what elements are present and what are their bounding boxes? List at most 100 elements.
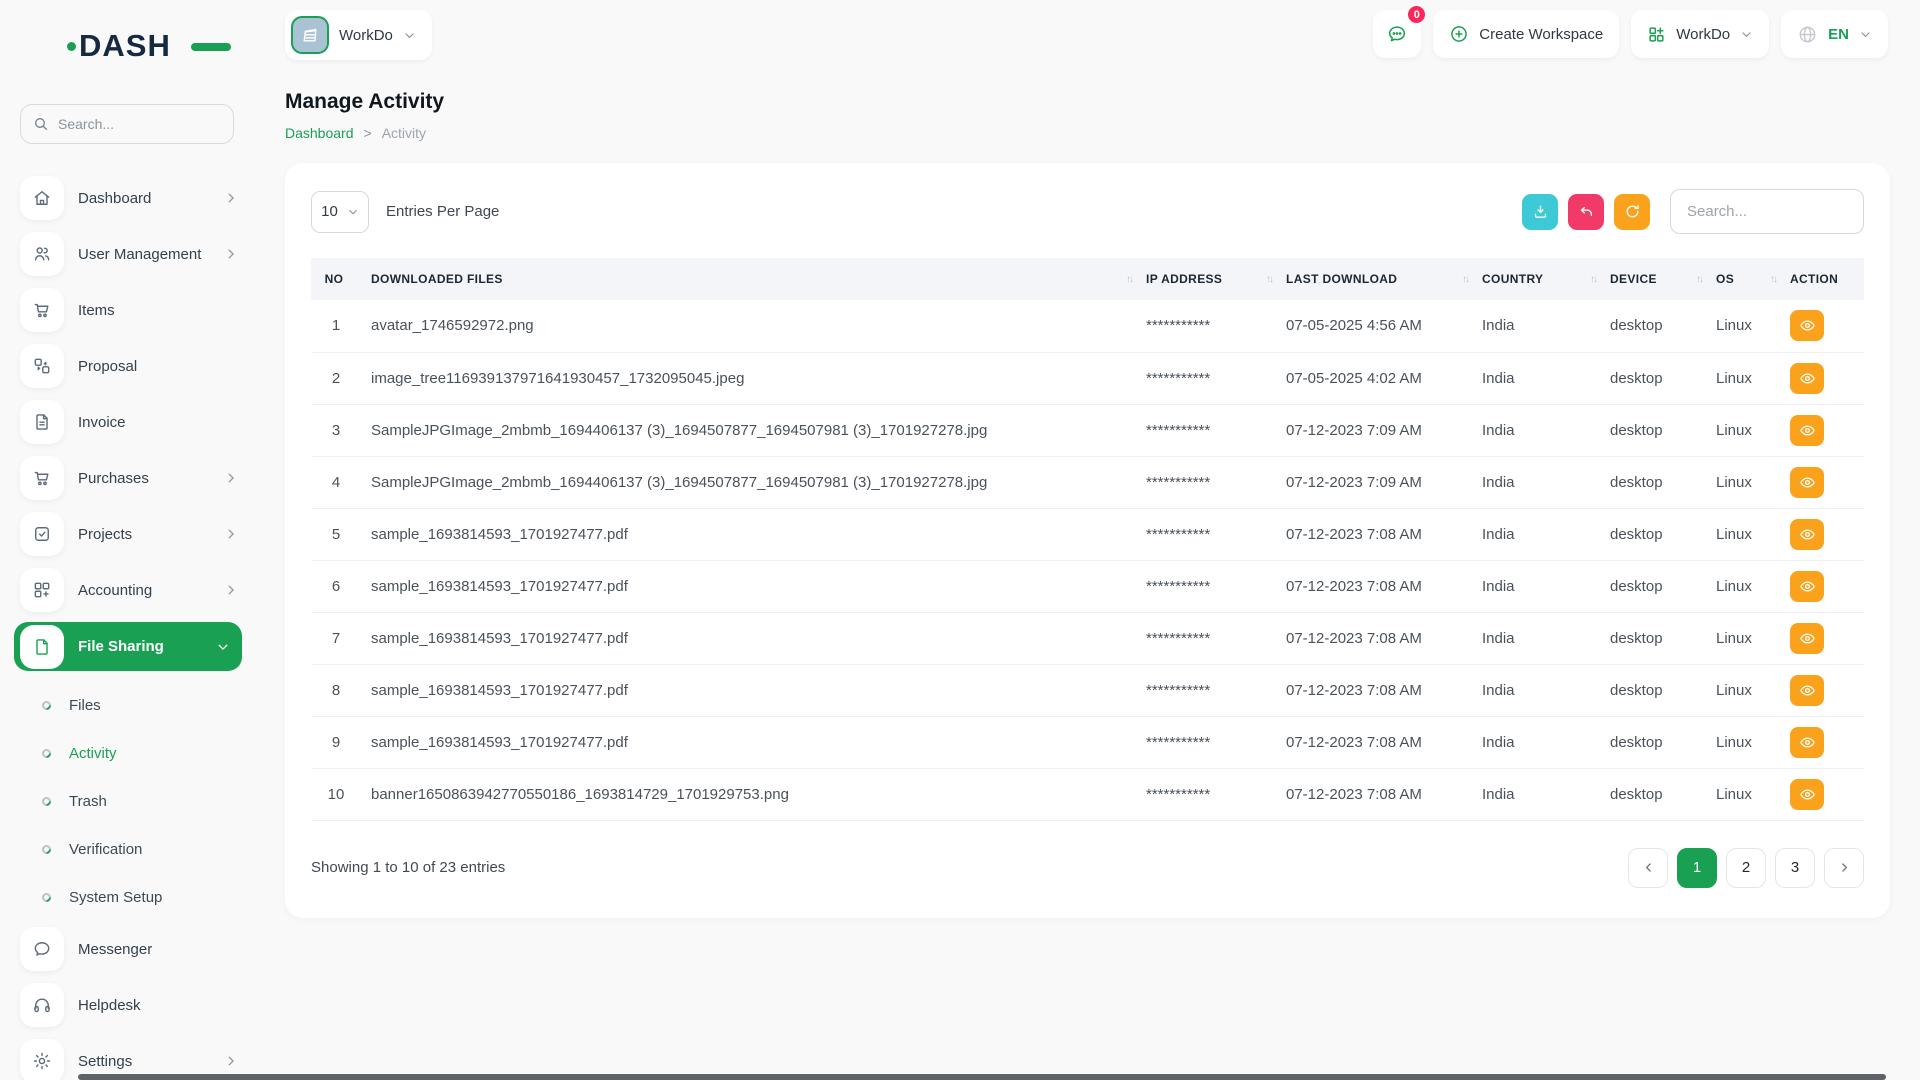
cart-icon bbox=[20, 288, 64, 332]
preview-button[interactable] bbox=[1790, 519, 1824, 550]
sidebar-item-proposal[interactable]: Proposal bbox=[14, 344, 256, 388]
search-icon bbox=[33, 116, 49, 132]
preview-button[interactable] bbox=[1790, 310, 1824, 341]
create-workspace-button[interactable]: Create Workspace bbox=[1433, 10, 1619, 58]
column-header-country[interactable]: COUNTRY↑↓ bbox=[1478, 258, 1606, 300]
activity-table-body: 1 avatar_1746592972.png *********** 07-0… bbox=[311, 300, 1864, 820]
cell-country: India bbox=[1478, 768, 1606, 820]
sidebar-subitem-verification[interactable]: Verification bbox=[26, 825, 256, 873]
column-header-device[interactable]: DEVICE↑↓ bbox=[1606, 258, 1712, 300]
card-footer: Showing 1 to 10 of 23 entries 1 2 3 bbox=[311, 848, 1864, 888]
preview-button[interactable] bbox=[1790, 415, 1824, 446]
circle-bullet-icon bbox=[40, 891, 53, 904]
sort-icon[interactable]: ↑↓ bbox=[1266, 274, 1272, 285]
app-logo: DASH bbox=[67, 30, 217, 60]
entries-per-page-select[interactable]: 10 bbox=[311, 191, 369, 233]
sidebar-subitem-system-setup[interactable]: System Setup bbox=[26, 873, 256, 921]
cell-device: desktop bbox=[1606, 404, 1712, 456]
sidebar-item-messenger[interactable]: Messenger bbox=[14, 927, 256, 971]
horizontal-scrollbar[interactable] bbox=[78, 1074, 1886, 1080]
page-button-2[interactable]: 2 bbox=[1726, 848, 1766, 888]
preview-button[interactable] bbox=[1790, 623, 1824, 654]
table-search-input[interactable] bbox=[1670, 189, 1864, 234]
sort-icon[interactable]: ↑↓ bbox=[1126, 274, 1132, 285]
sidebar-item-label: Helpdesk bbox=[78, 997, 256, 1014]
cell-os: Linux bbox=[1712, 560, 1786, 612]
preview-button[interactable] bbox=[1790, 675, 1824, 706]
cell-last-download: 07-12-2023 7:09 AM bbox=[1282, 456, 1478, 508]
sidebar-search-input[interactable] bbox=[58, 116, 208, 132]
cell-os: Linux bbox=[1712, 352, 1786, 404]
sidebar-item-user-management[interactable]: User Management bbox=[14, 232, 256, 276]
export-download-button[interactable] bbox=[1522, 194, 1558, 230]
circle-bullet-icon bbox=[40, 747, 53, 760]
column-header-last-download[interactable]: LAST DOWNLOAD↑↓ bbox=[1282, 258, 1478, 300]
sidebar-subitem-trash[interactable]: Trash bbox=[26, 777, 256, 825]
preview-button[interactable] bbox=[1790, 467, 1824, 498]
circle-bullet-icon bbox=[40, 795, 53, 808]
sidebar-subitem-activity[interactable]: Activity bbox=[26, 729, 256, 777]
sidebar-item-dashboard[interactable]: Dashboard bbox=[14, 176, 256, 220]
sort-icon[interactable]: ↑↓ bbox=[1590, 274, 1596, 285]
workspace-menu-button[interactable]: WorkDo bbox=[1631, 10, 1769, 58]
messages-button[interactable]: 0 bbox=[1373, 10, 1421, 58]
preview-button[interactable] bbox=[1790, 727, 1824, 758]
sidebar-item-file-sharing[interactable]: File Sharing bbox=[14, 622, 242, 671]
sidebar-item-purchases[interactable]: Purchases bbox=[14, 456, 256, 500]
preview-button[interactable] bbox=[1790, 571, 1824, 602]
circle-bullet-icon bbox=[40, 843, 53, 856]
chevron-right-icon bbox=[224, 247, 238, 261]
column-header-ip-address[interactable]: IP ADDRESS↑↓ bbox=[1142, 258, 1282, 300]
chevron-left-icon bbox=[1642, 861, 1655, 874]
chevron-down-icon bbox=[1740, 28, 1753, 41]
refresh-icon bbox=[1624, 203, 1641, 220]
next-page-button[interactable] bbox=[1824, 848, 1864, 888]
breadcrumb-dashboard-link[interactable]: Dashboard bbox=[285, 125, 354, 141]
cell-os: Linux bbox=[1712, 768, 1786, 820]
column-header-no[interactable]: NO bbox=[311, 258, 367, 300]
cell-ip-address: *********** bbox=[1142, 352, 1282, 404]
preview-button[interactable] bbox=[1790, 363, 1824, 394]
preview-button[interactable] bbox=[1790, 779, 1824, 810]
sort-icon[interactable]: ↑↓ bbox=[1770, 274, 1776, 285]
cell-ip-address: *********** bbox=[1142, 508, 1282, 560]
sort-icon[interactable]: ↑↓ bbox=[1462, 274, 1468, 285]
column-header-os[interactable]: OS↑↓ bbox=[1712, 258, 1786, 300]
table-row: 2 image_tree116939137971641930457_173209… bbox=[311, 352, 1864, 404]
check-square-icon bbox=[20, 512, 64, 556]
sidebar-item-accounting[interactable]: Accounting bbox=[14, 568, 256, 612]
cell-os: Linux bbox=[1712, 456, 1786, 508]
cart-icon bbox=[20, 456, 64, 500]
cell-no: 2 bbox=[311, 352, 367, 404]
pagination: 1 2 3 bbox=[1628, 848, 1864, 888]
page-button-1[interactable]: 1 bbox=[1677, 848, 1717, 888]
grid-plus-icon bbox=[20, 568, 64, 612]
workspace-menu-label: WorkDo bbox=[1676, 26, 1730, 43]
gear-icon bbox=[20, 1039, 64, 1080]
plus-circle-icon bbox=[1449, 24, 1469, 44]
sidebar-item-label: Proposal bbox=[78, 358, 256, 375]
sidebar-nav: Dashboard User Management Items Proposal bbox=[14, 176, 256, 1080]
users-icon bbox=[20, 232, 64, 276]
sidebar-subitem-files[interactable]: Files bbox=[26, 681, 256, 729]
reset-back-button[interactable] bbox=[1568, 194, 1604, 230]
language-selector[interactable]: EN bbox=[1781, 10, 1888, 58]
sidebar-item-items[interactable]: Items bbox=[14, 288, 256, 332]
sort-icon[interactable]: ↑↓ bbox=[1696, 274, 1702, 285]
page-button-3[interactable]: 3 bbox=[1775, 848, 1815, 888]
undo-arrow-icon bbox=[1578, 203, 1595, 220]
workspace-selector[interactable]: WorkDo bbox=[285, 10, 432, 60]
sidebar-item-helpdesk[interactable]: Helpdesk bbox=[14, 983, 256, 1027]
sidebar-item-projects[interactable]: Projects bbox=[14, 512, 256, 556]
refresh-button[interactable] bbox=[1614, 194, 1650, 230]
column-header-downloaded-files[interactable]: DOWNLOADED FILES↑↓ bbox=[367, 258, 1142, 300]
sidebar-item-label: Dashboard bbox=[78, 190, 224, 207]
previous-page-button[interactable] bbox=[1628, 848, 1668, 888]
cell-country: India bbox=[1478, 352, 1606, 404]
sidebar-item-label: Messenger bbox=[78, 941, 256, 958]
sidebar-item-invoice[interactable]: Invoice bbox=[14, 400, 256, 444]
chevron-right-icon bbox=[224, 583, 238, 597]
cell-no: 4 bbox=[311, 456, 367, 508]
swap-boxes-icon bbox=[20, 344, 64, 388]
cell-ip-address: *********** bbox=[1142, 612, 1282, 664]
